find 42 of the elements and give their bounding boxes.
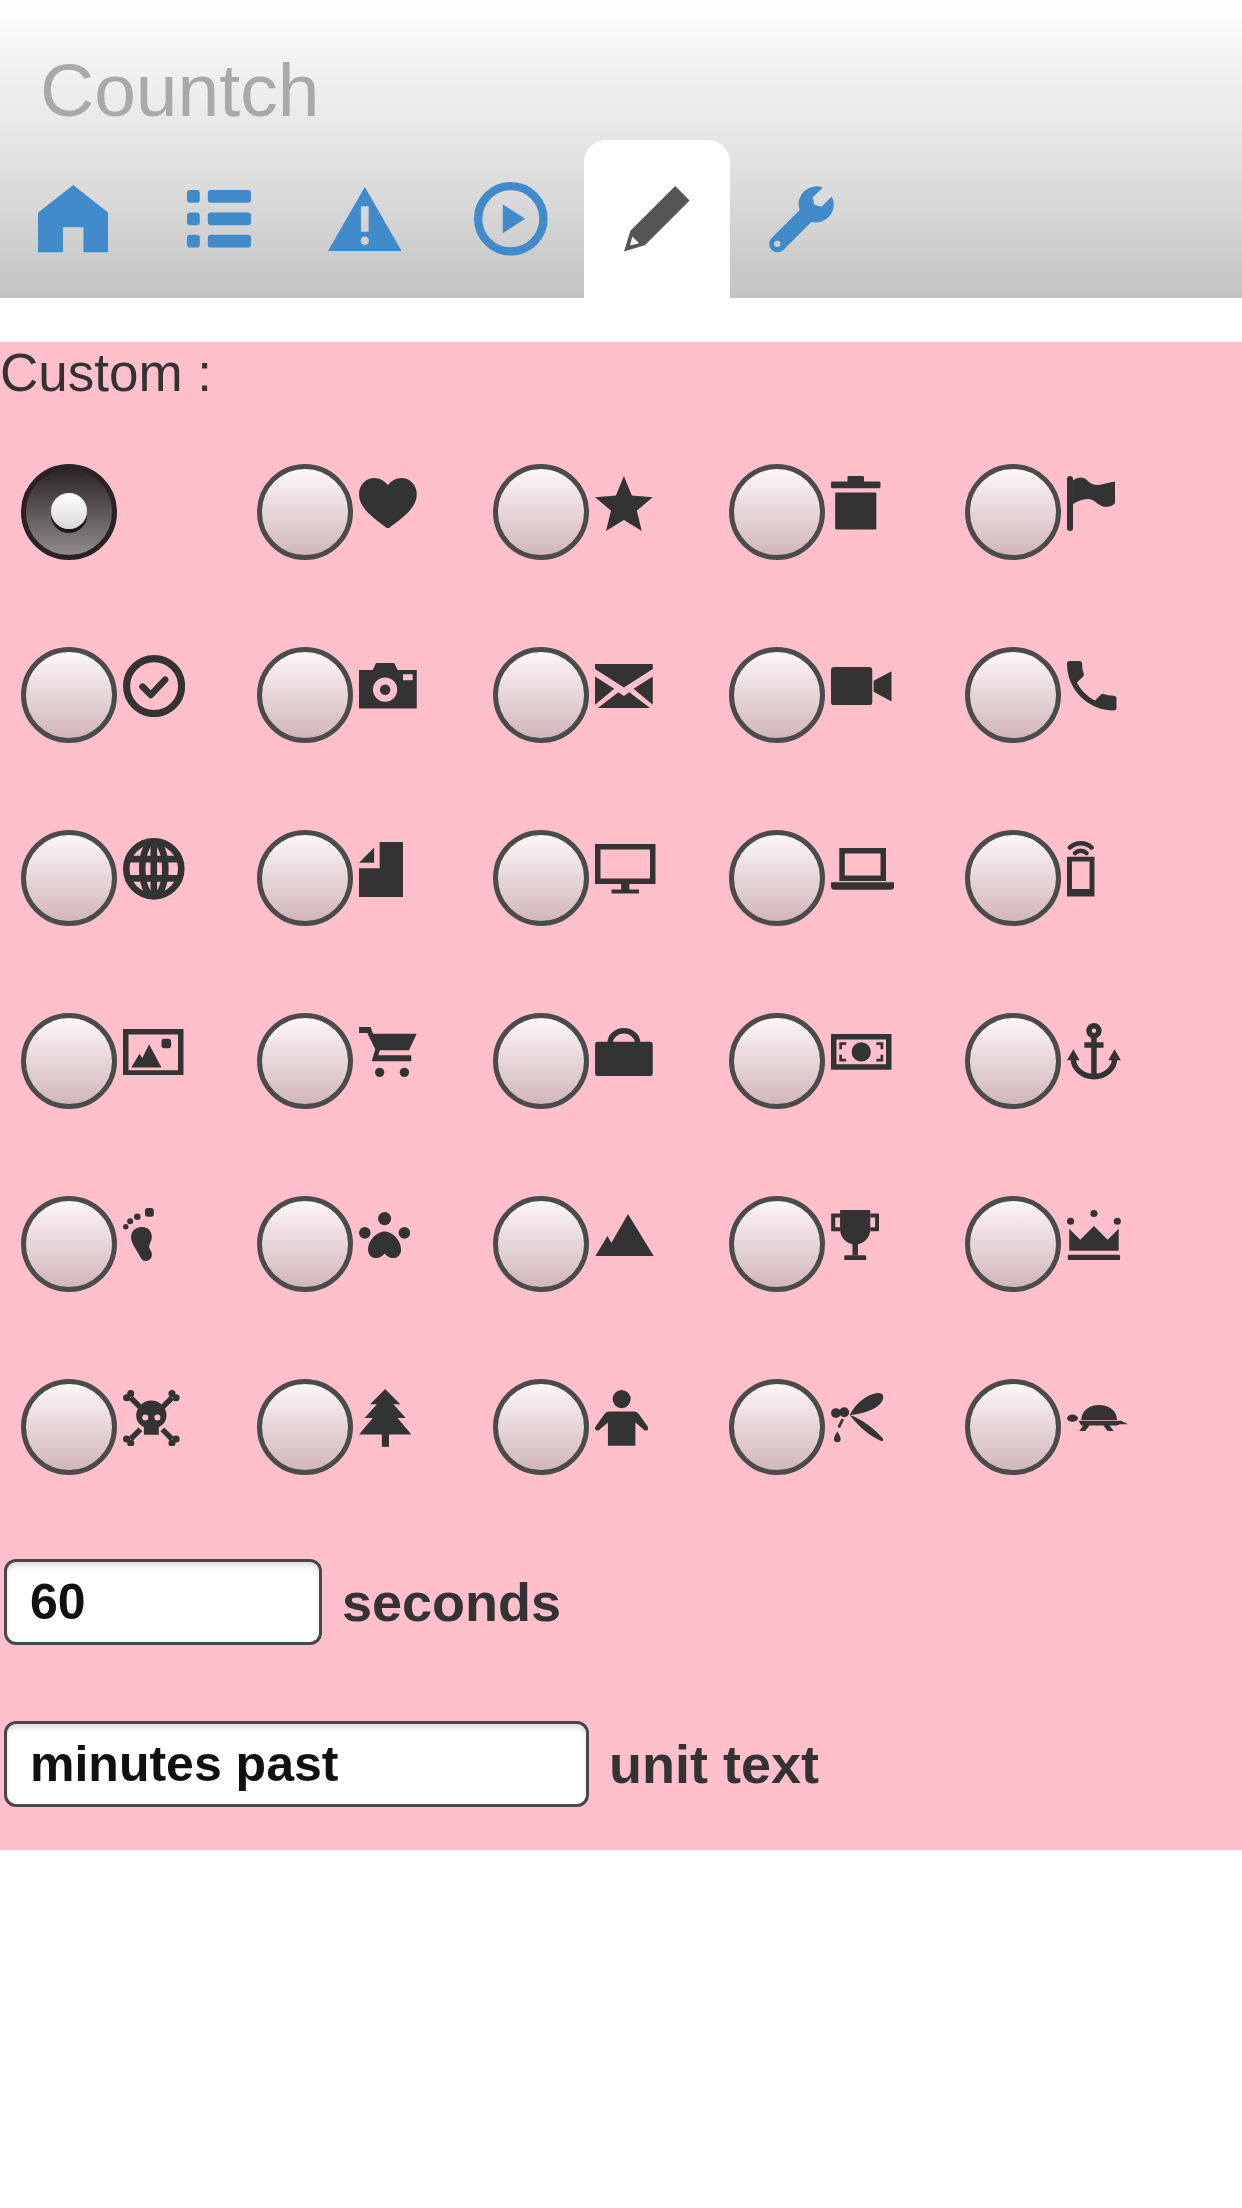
- number-field[interactable]: 60: [4, 1559, 322, 1645]
- play-icon: [474, 182, 548, 256]
- video-camera-icon: [831, 666, 892, 706]
- flag-icon: [1067, 475, 1116, 531]
- paw-icon: [359, 1211, 411, 1259]
- camera-icon: [359, 663, 417, 709]
- laptop-icon: [831, 848, 895, 890]
- trophy-icon: [831, 1209, 880, 1261]
- house-icon: [37, 185, 109, 253]
- pencil-icon: [624, 186, 690, 252]
- picture-icon: [123, 1028, 184, 1076]
- wrench-icon: [769, 185, 837, 253]
- globe-icon: [123, 838, 185, 900]
- check-circle-icon: [123, 654, 186, 718]
- tree-icon: [359, 1389, 412, 1447]
- nav-tab[interactable]: [584, 140, 730, 298]
- heart-icon: [359, 477, 417, 529]
- smartphone-icon: [1067, 841, 1095, 897]
- skull-crossbones-icon: [123, 1389, 180, 1447]
- turtle-icon: [1067, 1404, 1128, 1432]
- insect-icon: [831, 1392, 885, 1444]
- trash-icon: [831, 476, 881, 530]
- section-label: Custom :: [0, 342, 213, 403]
- monitor-icon: [595, 844, 656, 894]
- envelope-icon: [595, 664, 653, 708]
- star-icon: [595, 475, 653, 531]
- crown-icon: [1067, 1209, 1121, 1261]
- text-field[interactable]: minutes past: [4, 1721, 589, 1807]
- warning-icon: [328, 187, 402, 251]
- unit-text: seconds: [342, 1571, 562, 1633]
- handbag-icon: [595, 1027, 653, 1077]
- footprint-icon: [123, 1208, 154, 1262]
- person-icon: [595, 1390, 649, 1446]
- file-icon: [359, 841, 403, 897]
- banknote-icon: [831, 1034, 892, 1070]
- mountain-icon: [595, 1213, 655, 1257]
- unit-text: unit text: [609, 1733, 819, 1795]
- list-icon: [187, 190, 251, 248]
- anchor-icon: [1067, 1023, 1121, 1081]
- phone-icon: [1067, 661, 1117, 711]
- cart-icon: [359, 1027, 417, 1077]
- app-title: Countch: [40, 53, 320, 128]
